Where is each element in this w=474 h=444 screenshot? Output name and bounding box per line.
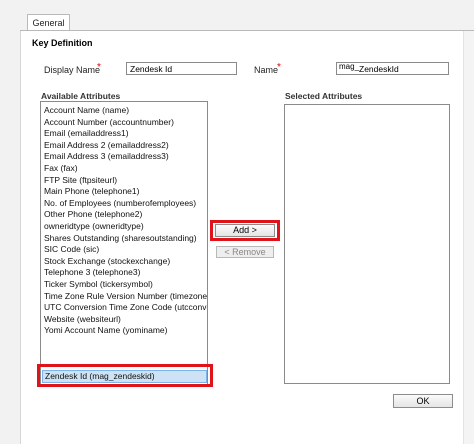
list-item[interactable]: Ticker Symbol (tickersymbol): [44, 279, 153, 290]
list-item[interactable]: UTC Conversion Time Zone Code (utcconver…: [44, 302, 207, 313]
list-item[interactable]: Main Phone (telephone1): [44, 186, 139, 197]
name-input[interactable]: mag_ZendeskId: [336, 62, 449, 75]
list-item[interactable]: Telephone 3 (telephone3): [44, 267, 140, 278]
list-item[interactable]: Email (emailaddress1): [44, 128, 129, 139]
ok-button[interactable]: OK: [393, 394, 453, 408]
list-item[interactable]: Email Address 2 (emailaddress2): [44, 140, 169, 151]
available-attributes-title: Available Attributes: [41, 91, 121, 101]
section-title: Key Definition: [32, 38, 93, 48]
add-button[interactable]: Add >: [215, 224, 275, 237]
remove-button[interactable]: < Remove: [216, 246, 274, 258]
list-item[interactable]: Fax (fax): [44, 163, 78, 174]
list-item[interactable]: SIC Code (sic): [44, 244, 99, 255]
list-item[interactable]: Account Number (accountnumber): [44, 117, 174, 128]
list-item[interactable]: Shares Outstanding (sharesoutstanding): [44, 233, 197, 244]
list-item[interactable]: owneridtype (owneridtype): [44, 221, 144, 232]
name-label: Name: [254, 65, 279, 75]
selected-attributes-title: Selected Attributes: [285, 91, 363, 101]
selected-item-highlight: [37, 364, 213, 387]
window-edge: [463, 31, 474, 444]
list-item[interactable]: Website (websiteurl): [44, 314, 121, 325]
list-item[interactable]: Other Phone (telephone2): [44, 209, 142, 220]
display-name-label: Display Name: [44, 65, 101, 75]
list-item[interactable]: Time Zone Rule Version Number (timezoner…: [44, 291, 207, 302]
available-attributes-list[interactable]: Account Name (name) Account Number (accou…: [40, 101, 208, 387]
list-item[interactable]: Account Name (name): [44, 105, 129, 116]
list-item[interactable]: Email Address 3 (emailaddress3): [44, 151, 169, 162]
list-item[interactable]: Yomi Account Name (yominame): [44, 325, 167, 336]
list-item[interactable]: Stock Exchange (stockexchange): [44, 256, 170, 267]
tab-general[interactable]: General: [27, 14, 70, 31]
display-name-required-mark: *: [97, 62, 101, 73]
name-prefix: mag_: [339, 62, 360, 71]
name-required-mark: *: [277, 62, 281, 73]
selected-attributes-list[interactable]: [284, 104, 450, 384]
list-item[interactable]: FTP Site (ftpsiteurl): [44, 175, 117, 186]
list-item[interactable]: No. of Employees (numberofemployees): [44, 198, 196, 209]
tab-divider: [20, 30, 474, 31]
display-name-input[interactable]: Zendesk Id: [126, 62, 237, 75]
name-value: ZendeskId: [359, 64, 399, 74]
